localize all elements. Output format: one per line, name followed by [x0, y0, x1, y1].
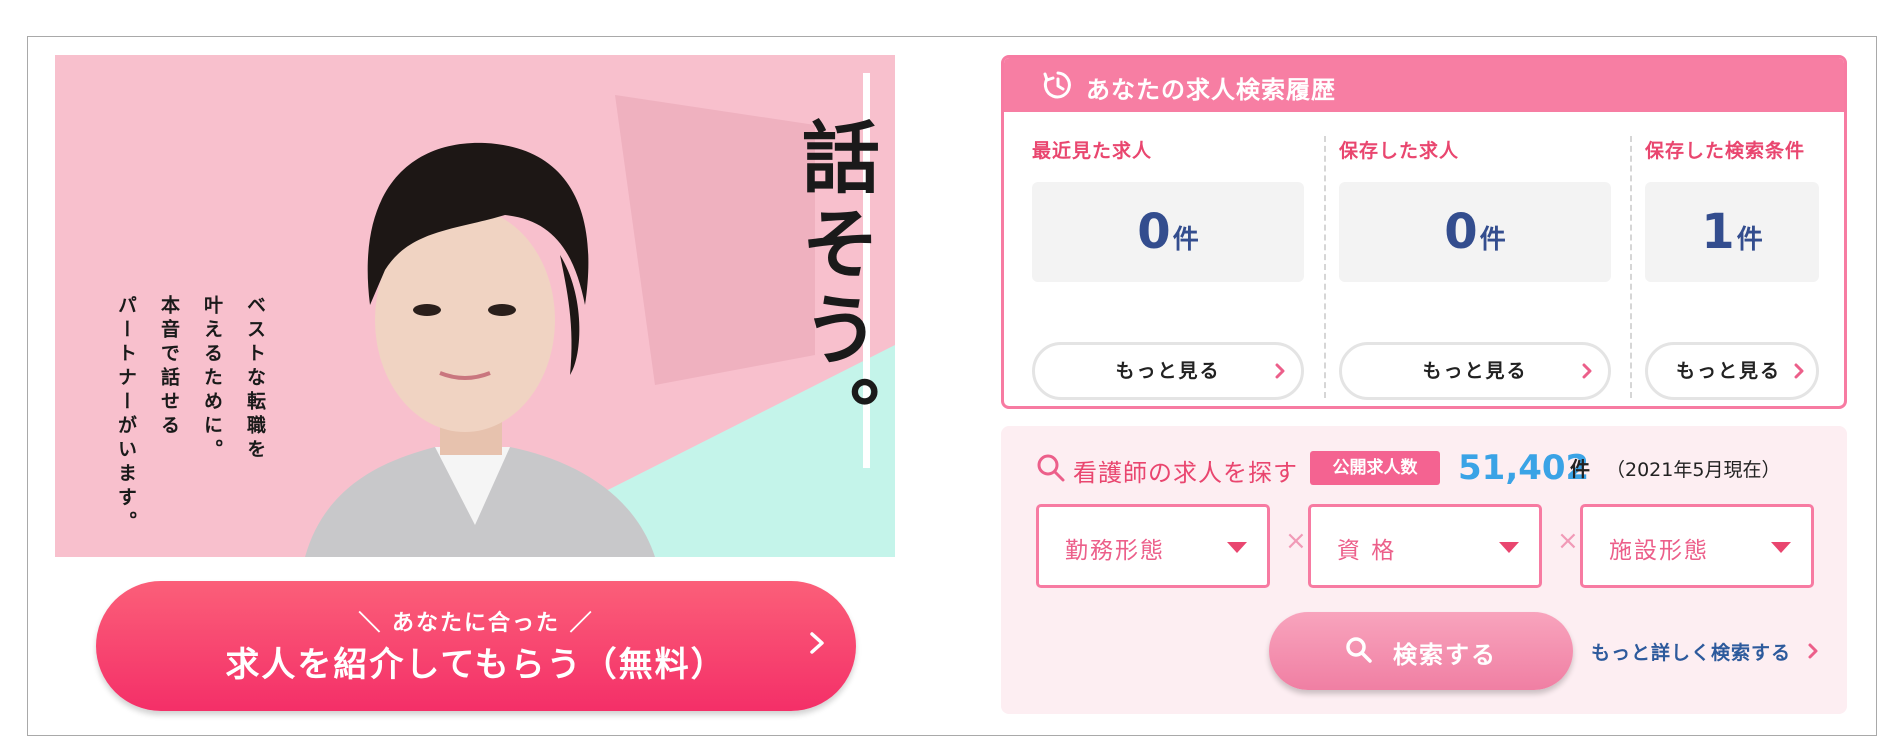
search-submit-button[interactable]: 検索する — [1269, 612, 1573, 690]
column-label: 最近見た求人 — [1032, 140, 1153, 162]
search-icon — [1037, 454, 1065, 482]
cta-sub-label: ＼ あなたに合った ／ — [358, 611, 594, 636]
count-box: 0件 — [1032, 182, 1304, 282]
times-separator: × — [1285, 526, 1307, 556]
search-submit-label: 検索する — [1393, 641, 1497, 669]
chevron-right-icon — [810, 632, 824, 654]
public-jobs-badge: 公開求人数 — [1310, 451, 1440, 485]
count-value: 0 — [1444, 204, 1478, 260]
column-label: 保存した求人 — [1339, 140, 1460, 162]
public-jobs-as-of: （2021年5月現在） — [1606, 459, 1781, 481]
count-value: 1 — [1701, 204, 1735, 260]
times-separator: × — [1557, 526, 1579, 556]
see-more-label: もっと見る — [1676, 360, 1782, 382]
see-more-button[interactable]: もっと見る — [1032, 342, 1304, 400]
public-jobs-unit: 件 — [1570, 457, 1590, 481]
column-divider — [1324, 136, 1326, 398]
history-title: あなたの求人検索履歴 — [1086, 76, 1336, 104]
chevron-right-icon — [1582, 363, 1592, 379]
work-style-select[interactable]: 勤務形態 — [1036, 504, 1270, 588]
count-box: 1件 — [1645, 182, 1819, 282]
search-history-panel: あなたの求人検索履歴 最近見た求人 0件 もっと見る 保存した求人 0件 もっと… — [1001, 55, 1847, 409]
facility-type-select[interactable]: 施設形態 — [1580, 504, 1814, 588]
see-more-label: もっと見る — [1422, 360, 1528, 382]
count-unit: 件 — [1172, 225, 1199, 255]
advanced-search-link[interactable]: もっと詳しく検索する — [1591, 638, 1791, 665]
see-more-button[interactable]: もっと見る — [1645, 342, 1819, 400]
search-icon — [1346, 637, 1372, 663]
job-search-panel: 看護師の求人を探す 公開求人数 51,402 件 （2021年5月現在） 勤務形… — [1001, 426, 1847, 714]
history-header: あなたの求人検索履歴 — [1004, 58, 1844, 112]
search-title: 看護師の求人を探す — [1073, 459, 1298, 487]
caret-down-icon — [1499, 542, 1519, 553]
hero-illustration — [55, 55, 895, 557]
count-unit: 件 — [1479, 225, 1506, 255]
hero-copy-line-2: 叶えるために。 — [201, 295, 223, 463]
history-column-saved-conditions: 保存した検索条件 1件 もっと見る — [1645, 112, 1819, 406]
hero-copy-line-4: パートナーがいます。 — [115, 295, 137, 535]
column-label: 保存した検索条件 — [1645, 140, 1806, 162]
hero-headline: 話そう。 — [789, 117, 880, 461]
chevron-right-icon — [1275, 363, 1285, 379]
history-column-recent: 最近見た求人 0件 もっと見る — [1032, 112, 1304, 406]
see-more-button[interactable]: もっと見る — [1339, 342, 1611, 400]
select-label: 資 格 — [1337, 538, 1397, 564]
column-divider — [1630, 136, 1632, 398]
chevron-right-icon — [1794, 363, 1804, 379]
chevron-right-icon — [1808, 643, 1818, 659]
job-introduction-button[interactable]: ＼ あなたに合った ／ 求人を紹介してもらう（無料） — [96, 581, 856, 711]
cta-main-label: 求人を紹介してもらう（無料） — [225, 645, 727, 685]
history-clock-icon — [1043, 71, 1071, 99]
count-unit: 件 — [1736, 225, 1763, 255]
select-label: 勤務形態 — [1065, 538, 1165, 564]
caret-down-icon — [1771, 542, 1791, 553]
caret-down-icon — [1227, 542, 1247, 553]
hero-copy-line-1: ベストな転職を — [244, 295, 266, 463]
qualification-select[interactable]: 資 格 — [1308, 504, 1542, 588]
hero-copy-line-3: 本音で話せる — [158, 295, 180, 439]
see-more-label: もっと見る — [1115, 360, 1221, 382]
select-label: 施設形態 — [1609, 538, 1709, 564]
count-box: 0件 — [1339, 182, 1611, 282]
history-column-saved-jobs: 保存した求人 0件 もっと見る — [1339, 112, 1611, 406]
hero-image: 話そう。 ベストな転職を 叶えるために。 本音で話せる パートナーがいます。 — [55, 55, 895, 557]
count-value: 0 — [1137, 204, 1171, 260]
